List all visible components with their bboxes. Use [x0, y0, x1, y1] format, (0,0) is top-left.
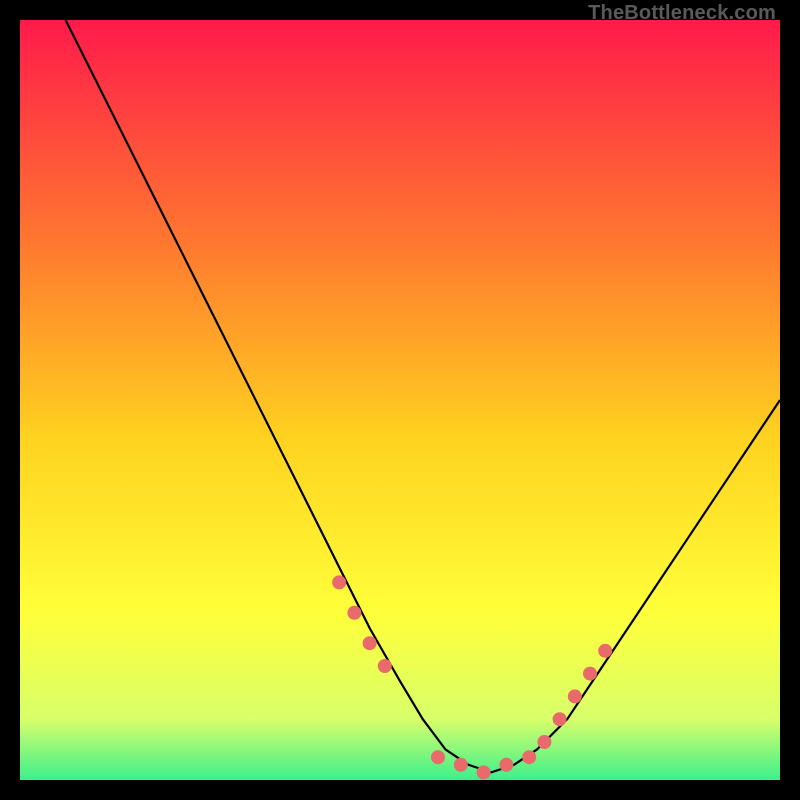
chart-frame	[20, 20, 780, 780]
marker-point	[568, 689, 582, 703]
marker-point	[598, 644, 612, 658]
marker-point	[583, 667, 597, 681]
gradient-background	[20, 20, 780, 780]
marker-point	[378, 659, 392, 673]
marker-point	[522, 750, 536, 764]
marker-point	[553, 712, 567, 726]
marker-point	[431, 750, 445, 764]
marker-point	[347, 606, 361, 620]
marker-point	[477, 765, 491, 779]
marker-point	[499, 758, 513, 772]
bottleneck-chart	[20, 20, 780, 780]
marker-point	[363, 636, 377, 650]
marker-point	[332, 575, 346, 589]
marker-point	[537, 735, 551, 749]
marker-point	[454, 758, 468, 772]
